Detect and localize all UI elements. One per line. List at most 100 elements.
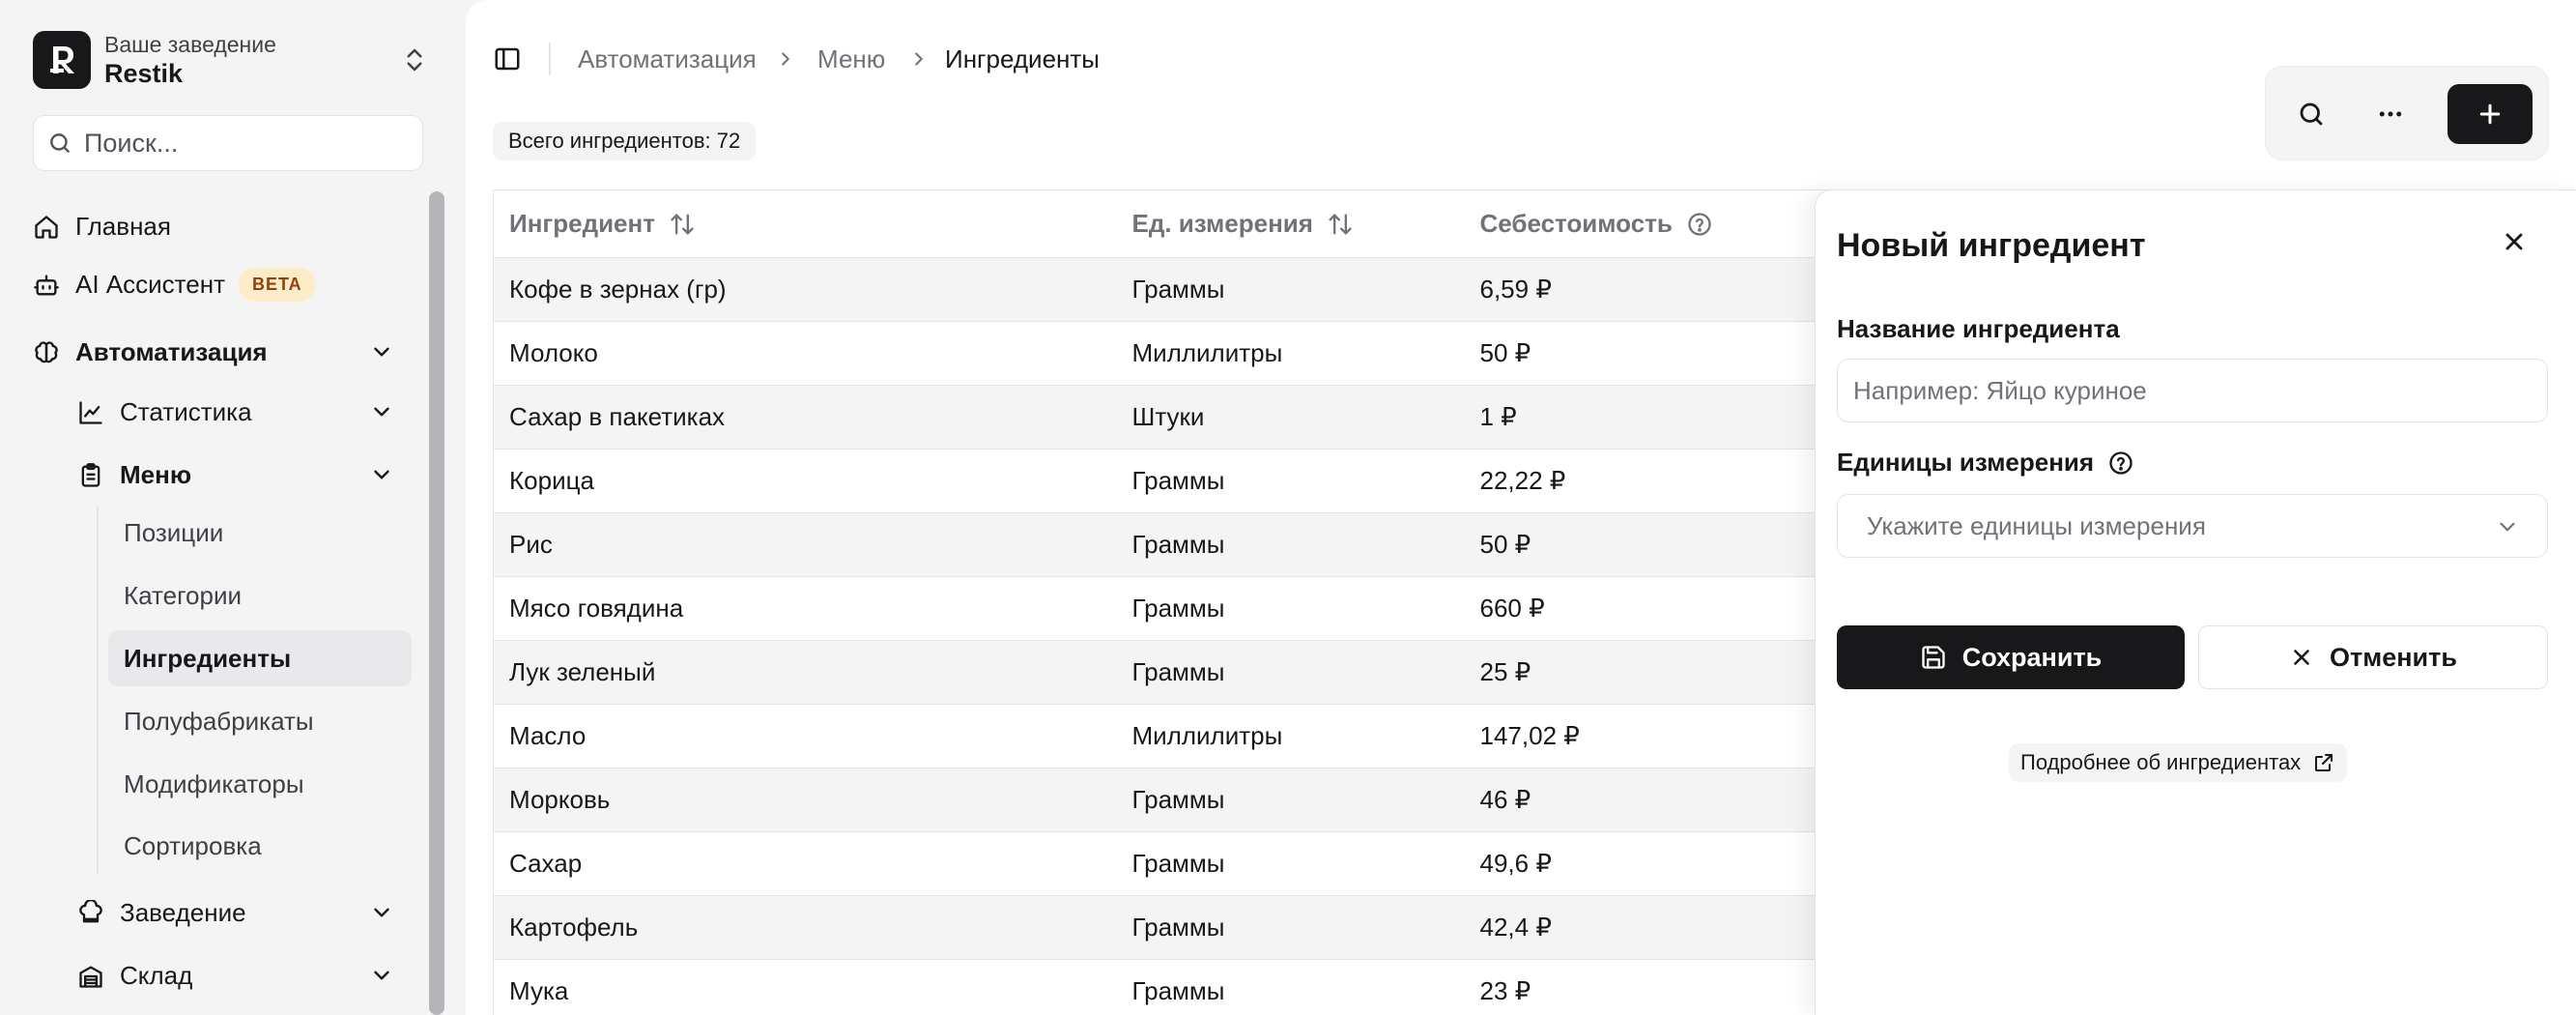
chevron-down-icon[interactable]	[369, 900, 394, 925]
cell-ingredient: Молоко	[493, 321, 1117, 386]
action-toolbar	[2265, 66, 2549, 160]
sidebar-item-ingredients[interactable]: Ингредиенты	[108, 630, 412, 686]
nav-home[interactable]: Главная	[33, 212, 171, 242]
nav-establishment[interactable]: Заведение	[77, 898, 246, 928]
workspace-switcher[interactable]: Ваше заведение Restik	[33, 31, 429, 89]
home-icon	[35, 215, 58, 239]
nav-automation[interactable]: Автоматизация	[33, 337, 268, 367]
chef-hat-icon	[79, 899, 102, 922]
table-row[interactable]: Картофель Граммы 42,4 ₽	[493, 895, 1846, 960]
cell-ingredient: Сахар	[493, 831, 1117, 896]
cell-cost: 147,02 ₽	[1464, 704, 1846, 768]
cell-cost: 25 ₽	[1464, 640, 1846, 705]
restik-logo-icon	[33, 31, 91, 89]
table-row[interactable]: Масло Миллилитры 147,02 ₽	[493, 704, 1846, 768]
close-icon	[2505, 233, 2523, 250]
cell-cost: 22,22 ₽	[1464, 449, 1846, 513]
table-row[interactable]: Сахар Граммы 49,6 ₽	[493, 831, 1846, 896]
workspace-text: Ваше заведение Restik	[104, 31, 400, 89]
cancel-button-label: Отменить	[2330, 642, 2457, 672]
table-row[interactable]: Морковь Граммы 46 ₽	[493, 768, 1846, 832]
beta-badge: BETA	[239, 268, 316, 302]
more-horizontal-icon	[2379, 111, 2402, 117]
column-unit[interactable]: Ед. измерения	[1116, 189, 1465, 258]
table-row[interactable]: Кофе в зернах (гр) Граммы 6,59 ₽	[493, 257, 1846, 322]
nav-warehouse[interactable]: Склад	[77, 961, 192, 991]
close-button[interactable]	[2496, 223, 2533, 260]
nav-ai-assistant[interactable]: AI Ассистент BETA	[33, 268, 316, 302]
table-row[interactable]: Молоко Миллилитры 50 ₽	[493, 321, 1846, 386]
cell-ingredient: Сахар в пакетиках	[493, 385, 1117, 450]
cell-ingredient: Кофе в зернах (гр)	[493, 257, 1117, 322]
ingredients-help-link-label: Подробнее об ингредиентах	[2020, 750, 2302, 774]
nav-ai-assistant-label: AI Ассистент	[75, 270, 225, 299]
close-icon	[2294, 650, 2309, 665]
chevrons-up-down-icon	[407, 48, 422, 72]
cell-unit: Граммы	[1116, 512, 1465, 577]
table-row[interactable]: Мясо говядина Граммы 660 ₽	[493, 576, 1846, 641]
nav-menu[interactable]: Меню	[77, 460, 191, 490]
table-row[interactable]: Лук зеленый Граммы 25 ₽	[493, 640, 1846, 705]
workspace-caption: Ваше заведение	[104, 32, 276, 57]
unit-select[interactable]: Укажите единицы измерения	[1837, 494, 2548, 558]
cell-unit: Граммы	[1116, 959, 1465, 1015]
panel-left-icon[interactable]	[493, 44, 522, 73]
cell-cost: 49,6 ₽	[1464, 831, 1846, 896]
brain-icon	[35, 340, 58, 362]
chevron-down-icon[interactable]	[369, 339, 394, 364]
save-icon	[1922, 646, 1945, 669]
unit-select-placeholder: Укажите единицы измерения	[1867, 510, 2206, 540]
breadcrumb-automation[interactable]: Автоматизация	[578, 44, 757, 73]
column-ingredient[interactable]: Ингредиент	[493, 189, 1117, 258]
table-row[interactable]: Корица Граммы 22,22 ₽	[493, 449, 1846, 513]
workspace-name: Restik	[104, 59, 184, 88]
sidebar-item-semi-finished[interactable]: Полуфабрикаты	[108, 693, 412, 749]
breadcrumb-ingredients: Ингредиенты	[945, 44, 1100, 73]
arrow-up-down-icon[interactable]	[1327, 211, 1354, 238]
table-row[interactable]: Сахар в пакетиках Штуки 1 ₽	[493, 385, 1846, 450]
ingredient-name-input[interactable]	[1837, 359, 2548, 422]
arrow-up-down-icon[interactable]	[669, 211, 696, 238]
cell-cost: 660 ₽	[1464, 576, 1846, 641]
chevron-right-icon	[782, 52, 789, 66]
chevron-down-icon[interactable]	[369, 963, 394, 988]
save-button[interactable]: Сохранить	[1837, 625, 2185, 689]
chevron-down-icon[interactable]	[369, 399, 394, 424]
cell-ingredient: Мука	[493, 959, 1117, 1015]
search-icon	[50, 133, 70, 153]
sidebar-item-modifiers[interactable]: Модификаторы	[108, 756, 412, 812]
cell-cost: 6,59 ₽	[1464, 257, 1846, 322]
sidebar-item-categories[interactable]: Категории	[108, 567, 412, 624]
save-button-label: Сохранить	[1961, 642, 2103, 672]
cell-unit: Миллилитры	[1116, 704, 1465, 768]
topbar-divider	[549, 43, 551, 75]
sidebar-scrollbar[interactable]	[429, 191, 444, 1015]
cell-unit: Граммы	[1116, 640, 1465, 705]
add-ingredient-button[interactable]	[2447, 84, 2533, 144]
clipboard-list-icon	[81, 462, 100, 487]
table-row[interactable]: Мука Граммы 23 ₽	[493, 959, 1846, 1015]
help-circle-icon[interactable]	[1686, 211, 1713, 238]
sidebar-item-positions[interactable]: Позиции	[108, 505, 412, 561]
ingredients-help-link[interactable]: Подробнее об ингредиентах	[2009, 743, 2348, 782]
cell-cost: 50 ₽	[1464, 512, 1846, 577]
sidebar-search[interactable]	[33, 115, 423, 171]
help-circle-icon[interactable]	[2107, 450, 2134, 477]
column-ingredient-label: Ингредиент	[509, 209, 655, 238]
cell-unit: Граммы	[1116, 576, 1465, 641]
sidebar-item-sorting[interactable]: Сортировка	[108, 818, 412, 874]
submenu-guide-line	[97, 507, 99, 874]
column-unit-label: Ед. измерения	[1131, 209, 1313, 238]
breadcrumb-menu[interactable]: Меню	[817, 44, 885, 73]
ingredient-name-label-text: Название ингредиента	[1837, 314, 2120, 343]
search-button[interactable]	[2281, 84, 2341, 144]
chevron-down-icon[interactable]	[369, 462, 394, 487]
nav-menu-label: Меню	[120, 460, 192, 489]
cancel-button[interactable]: Отменить	[2198, 625, 2548, 689]
cell-cost: 23 ₽	[1464, 959, 1846, 1015]
table-header-row: Ингредиент Ед. измерения Себестоимость	[493, 189, 1846, 258]
sidebar-search-input[interactable]	[84, 128, 393, 159]
nav-statistics[interactable]: Статистика	[77, 397, 252, 427]
table-row[interactable]: Рис Граммы 50 ₽	[493, 512, 1846, 577]
more-options-button[interactable]	[2361, 84, 2420, 144]
